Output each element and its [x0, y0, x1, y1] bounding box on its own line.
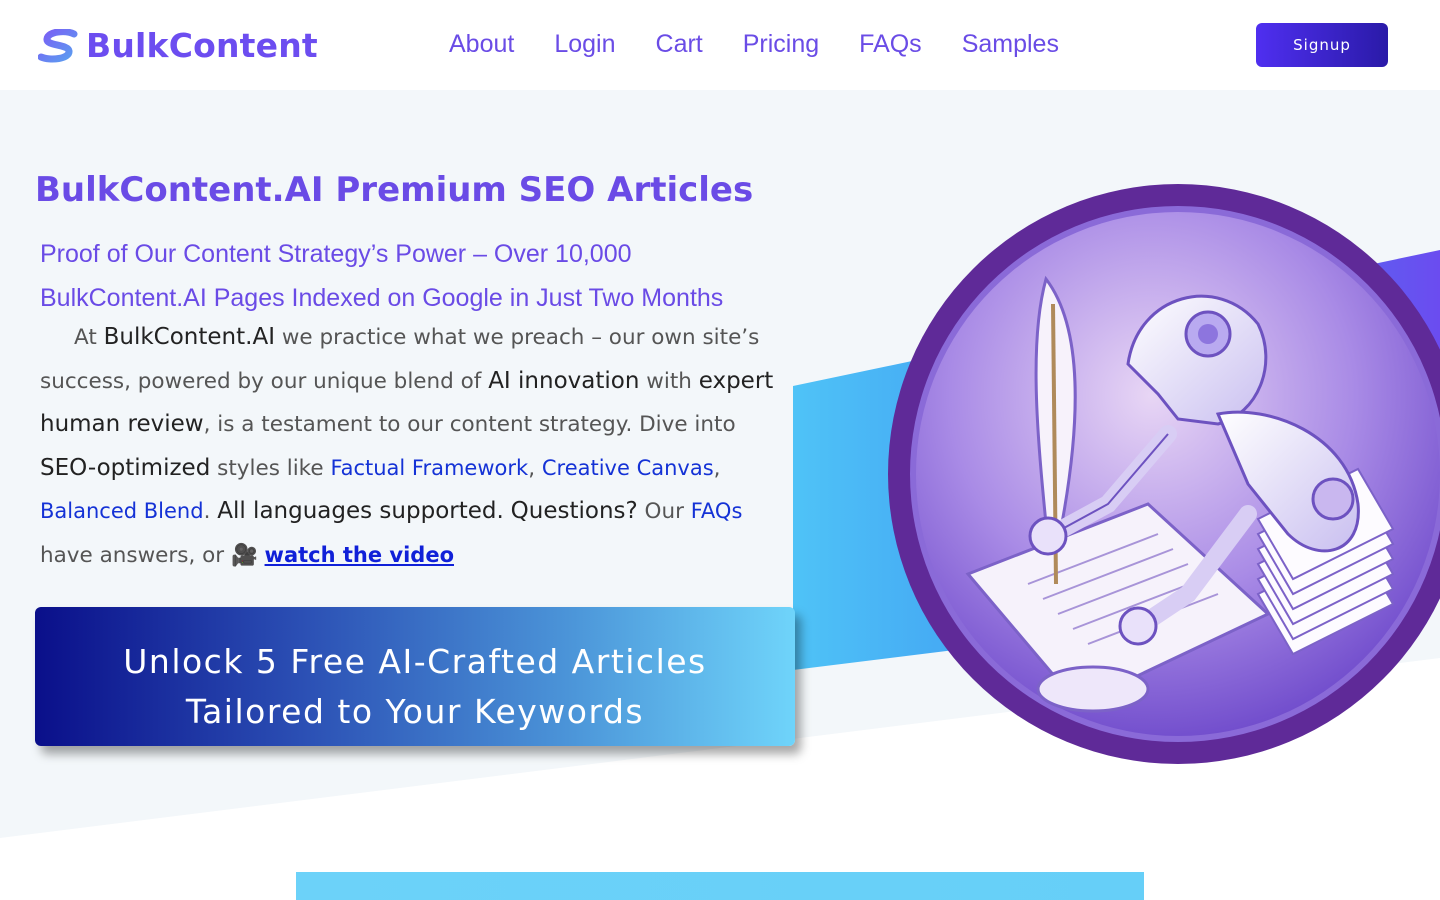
balanced-blend-link[interactable]: Balanced Blend	[40, 499, 204, 523]
body-emphasis: AI innovation	[488, 367, 640, 394]
body-text: Our	[637, 499, 691, 524]
hero-body: At BulkContent.AI we practice what we pr…	[40, 316, 780, 577]
body-text: , is a testament to our content strategy…	[203, 412, 736, 437]
nav-pricing[interactable]: Pricing	[743, 30, 819, 59]
body-emphasis: Questions?	[510, 498, 638, 524]
body-text	[504, 499, 511, 524]
nav-about[interactable]: About	[449, 30, 514, 59]
hero-title: BulkContent.AI Premium SEO Articles	[35, 170, 754, 210]
body-emphasis: BulkContent.AI	[103, 324, 275, 350]
body-text: .	[203, 499, 218, 524]
hero-section: BulkContent.AI Premium SEO Articles Proo…	[0, 90, 1440, 840]
brand-name: BulkContent	[86, 26, 318, 65]
body-emphasis: All languages supported.	[217, 498, 504, 524]
body-text: with	[639, 368, 699, 394]
hero-subtitle: Proof of Our Content Strategy’s Power – …	[40, 240, 724, 312]
next-section-bar	[296, 872, 1144, 900]
cta-line-2: Tailored to Your Keywords	[185, 691, 645, 731]
body-text: ,	[528, 455, 542, 481]
site-header: BulkContent About Login Cart Pricing FAQ…	[0, 0, 1440, 90]
signup-button[interactable]: Signup	[1256, 23, 1388, 67]
brand-logo[interactable]: BulkContent	[38, 26, 318, 65]
body-text: At	[74, 325, 104, 350]
nav-cart[interactable]: Cart	[656, 30, 703, 59]
free-articles-cta-button[interactable]: Unlock 5 Free AI-Crafted Articles Tailor…	[35, 607, 795, 746]
logo-icon	[38, 28, 78, 62]
nav-login[interactable]: Login	[554, 30, 615, 59]
nav-faqs[interactable]: FAQs	[859, 30, 922, 59]
robot-writer-illustration	[888, 184, 1440, 764]
body-text: styles like	[210, 455, 331, 481]
factual-framework-link[interactable]: Factual Framework	[330, 456, 528, 480]
creative-canvas-link[interactable]: Creative Canvas	[542, 456, 714, 480]
nav-samples[interactable]: Samples	[962, 30, 1059, 59]
main-nav: About Login Cart Pricing FAQs Samples	[449, 30, 1059, 59]
faqs-inline-link[interactable]: FAQs	[691, 499, 743, 523]
body-text: ,	[713, 455, 721, 481]
cta-line-1: Unlock 5 Free AI-Crafted Articles	[123, 641, 707, 681]
body-emphasis: SEO-optimized	[40, 454, 211, 481]
watch-video-link[interactable]: watch the video	[265, 543, 454, 567]
body-text: have answers, or 🎥	[40, 542, 265, 568]
